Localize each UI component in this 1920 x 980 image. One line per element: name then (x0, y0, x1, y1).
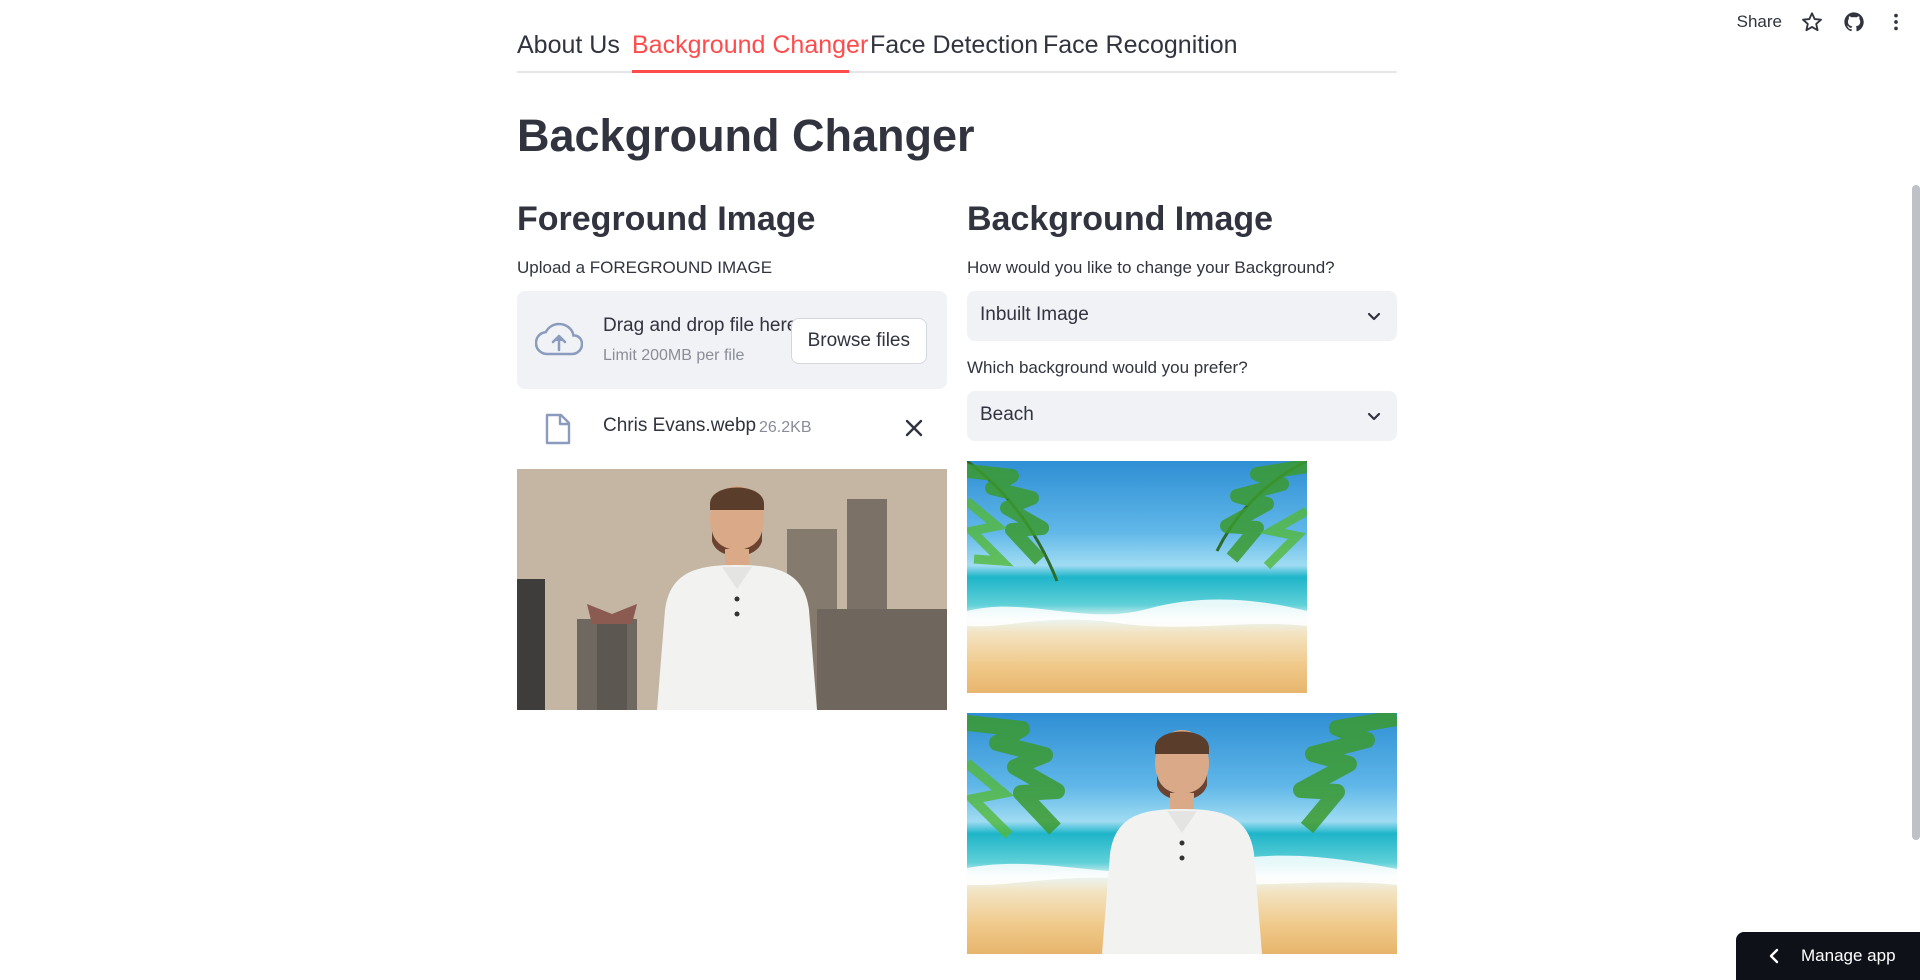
tab-bar: About Us Background Changer Face Detecti… (517, 0, 1397, 73)
foreground-preview-image (517, 469, 947, 710)
upload-label: Upload a FOREGROUND IMAGE (517, 258, 773, 277)
background-choice-select[interactable]: Beach (967, 391, 1397, 441)
close-icon[interactable] (901, 415, 927, 441)
page-scrollbar[interactable] (1912, 185, 1920, 840)
prefer-background-label: Which background would you prefer? (967, 358, 1248, 377)
tab-face-recognition[interactable]: Face Recognition (1043, 25, 1238, 65)
foreground-heading: Foreground Image (517, 200, 816, 238)
browse-files-button[interactable]: Browse files (790, 318, 927, 364)
more-vertical-icon[interactable] (1884, 10, 1908, 34)
file-dropzone[interactable]: Drag and drop file here Limit 200MB per … (517, 291, 947, 389)
foreground-column: Foreground Image Upload a FOREGROUND IMA… (517, 195, 947, 710)
github-icon[interactable] (1842, 10, 1866, 34)
share-button[interactable]: Share (1737, 12, 1782, 32)
chevron-down-icon (1367, 412, 1381, 421)
tab-face-detection[interactable]: Face Detection (870, 25, 1038, 65)
background-choice-value: Beach (980, 404, 1034, 425)
dropzone-limit: Limit 200MB per file (603, 347, 745, 364)
output-composite-image (967, 713, 1397, 954)
tab-background-changer[interactable]: Background Changer (632, 25, 868, 65)
background-column: Background Image How would you like to c… (967, 195, 1397, 954)
file-name: Chris Evans.webp (603, 415, 757, 436)
cloud-upload-icon (535, 322, 583, 356)
main-content: About Us Background Changer Face Detecti… (517, 0, 1397, 954)
uploaded-file-row: Chris Evans.webp 26.2KB (517, 389, 947, 467)
background-mode-select[interactable]: Inbuilt Image (967, 291, 1397, 341)
app-toolbar: Share (1737, 8, 1908, 36)
manage-app-label: Manage app (1801, 946, 1896, 965)
dropzone-text: Drag and drop file here (603, 315, 798, 336)
background-heading: Background Image (967, 200, 1274, 238)
file-icon (545, 413, 571, 445)
chevron-left-icon (1769, 948, 1779, 964)
active-tab-indicator (632, 70, 849, 73)
change-background-label: How would you like to change your Backgr… (967, 258, 1335, 277)
star-icon[interactable] (1800, 10, 1824, 34)
background-mode-value: Inbuilt Image (980, 304, 1089, 325)
chevron-down-icon (1367, 312, 1381, 321)
page-title: Background Changer (517, 110, 975, 161)
manage-app-button[interactable]: Manage app (1736, 932, 1920, 980)
file-size: 26.2KB (759, 419, 812, 436)
tab-about-us[interactable]: About Us (517, 25, 620, 65)
background-preview-image (967, 461, 1307, 693)
